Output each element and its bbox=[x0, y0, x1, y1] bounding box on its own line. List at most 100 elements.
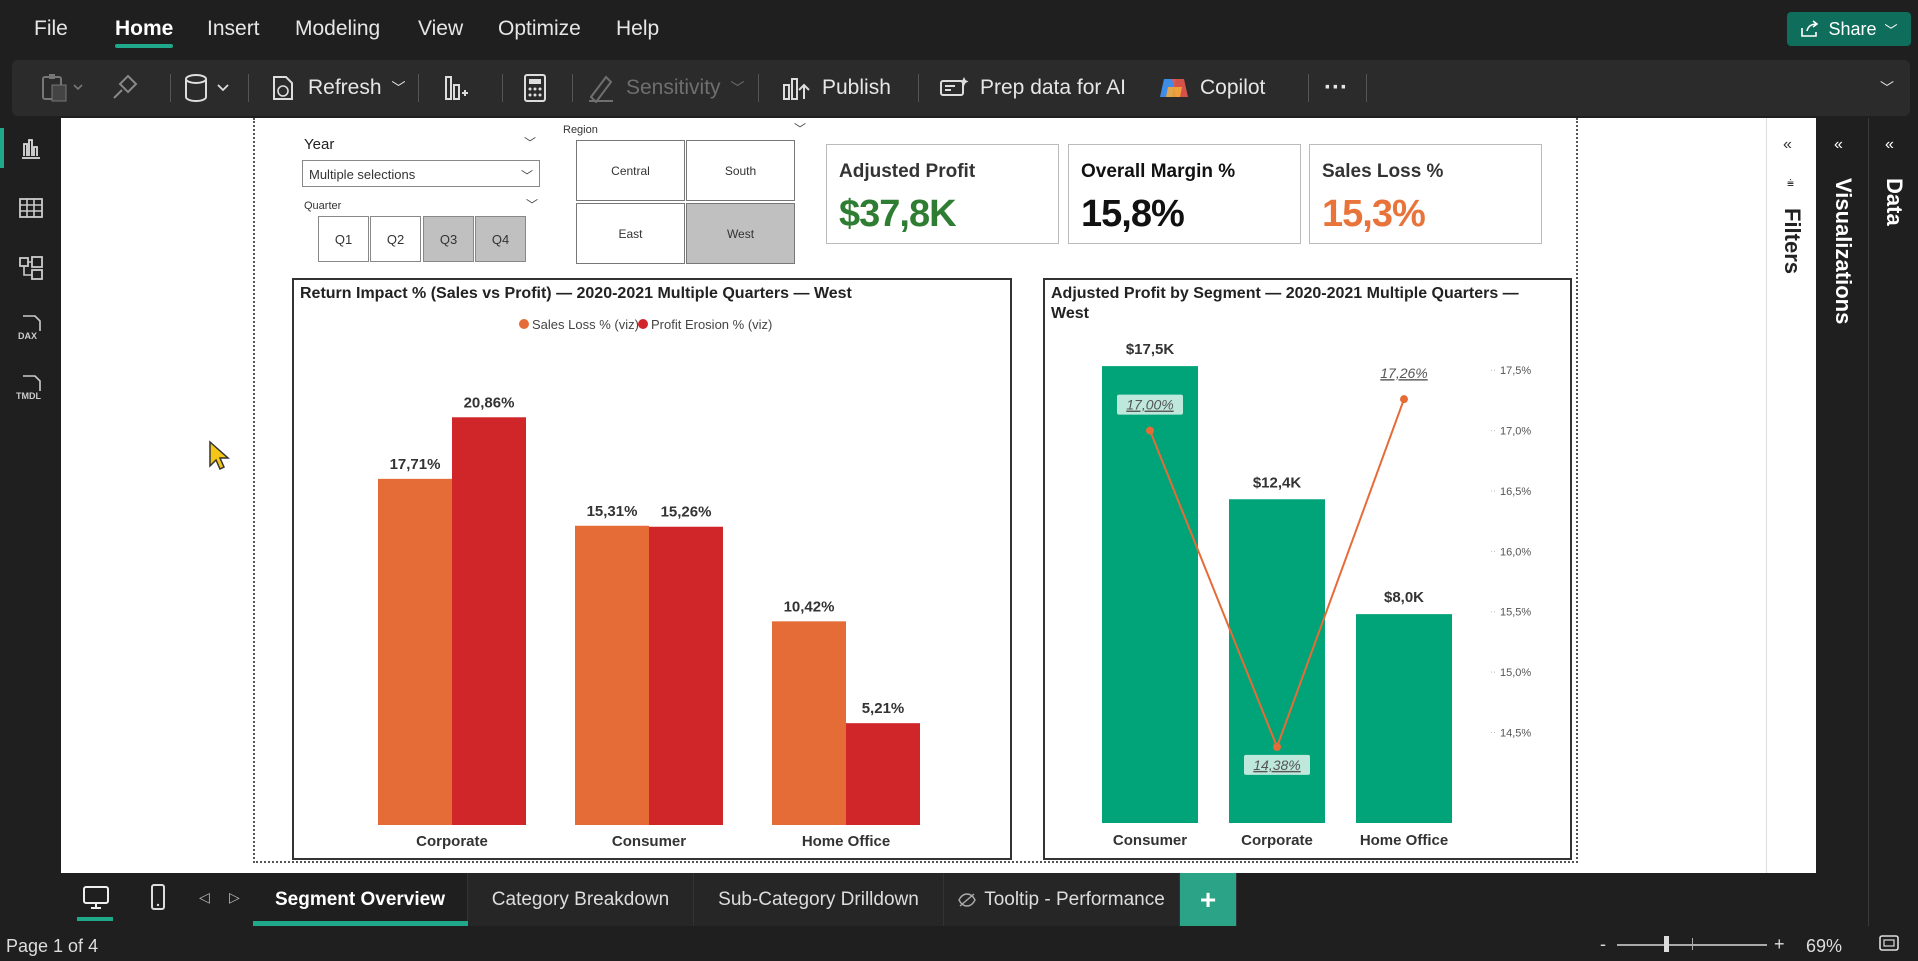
kpi-card-adjusted-profit[interactable]: Adjusted Profit $37,8K bbox=[826, 144, 1059, 244]
ribbon-separator bbox=[1366, 74, 1367, 102]
publish-button[interactable]: Publish bbox=[780, 60, 891, 116]
visualizations-pane[interactable]: « Visualizations bbox=[1816, 118, 1868, 926]
refresh-button[interactable]: Refresh ﹀ bbox=[268, 60, 406, 116]
collapse-data-icon[interactable]: « bbox=[1885, 136, 1894, 154]
category-label: Home Office bbox=[1360, 832, 1448, 849]
filter-icon: ⩧ bbox=[1787, 176, 1795, 190]
data-label: 5,21% bbox=[862, 700, 905, 717]
zoom-level: 69% bbox=[1806, 936, 1843, 956]
copilot-label: Copilot bbox=[1200, 76, 1266, 99]
region-west-button[interactable]: West bbox=[686, 203, 795, 264]
menu-file[interactable]: File bbox=[34, 17, 68, 41]
sensitivity-button[interactable]: Sensitivity ﹀ bbox=[586, 60, 745, 116]
y2-tick-label: 17,0% bbox=[1500, 426, 1531, 438]
menu-help[interactable]: Help bbox=[616, 17, 659, 41]
page-indicator: Page 1 of 4 bbox=[6, 936, 99, 956]
collapse-filters-icon[interactable]: « bbox=[1783, 136, 1792, 154]
quarter-q4-button[interactable]: Q4 bbox=[475, 216, 526, 262]
year-dropdown-value: Multiple selections bbox=[309, 167, 416, 182]
bar bbox=[772, 621, 846, 825]
new-visual-button[interactable] bbox=[440, 60, 470, 116]
visualizations-pane-label: Visualizations bbox=[1831, 178, 1856, 325]
more-options-button[interactable]: ··· bbox=[1324, 60, 1348, 116]
publish-icon bbox=[783, 78, 810, 100]
bar-data-label: $8,0K bbox=[1384, 589, 1424, 606]
y2-tick-label: 17,5% bbox=[1500, 365, 1531, 377]
kpi-card-title: Adjusted Profit bbox=[839, 161, 976, 182]
tab-tooltip-performance[interactable]: Tooltip - Performance bbox=[944, 873, 1180, 926]
ribbon-separator bbox=[572, 74, 573, 102]
collapse-visualizations-icon[interactable]: « bbox=[1834, 136, 1843, 154]
category-label: Corporate bbox=[1241, 832, 1313, 849]
data-pane[interactable]: « Data bbox=[1869, 118, 1918, 926]
publish-label: Publish bbox=[822, 76, 891, 99]
y2-tick-label: 14,5% bbox=[1500, 727, 1531, 739]
menu-home[interactable]: Home bbox=[115, 17, 173, 41]
zoom-in-button[interactable]: + bbox=[1774, 934, 1785, 955]
copilot-button[interactable]: Copilot bbox=[1158, 60, 1265, 116]
model-view-icon[interactable] bbox=[0, 243, 61, 293]
fit-to-page-icon[interactable] bbox=[1878, 934, 1900, 957]
kpi-card-sales-loss[interactable]: Sales Loss % 15,3% bbox=[1309, 144, 1542, 244]
prev-page-icon[interactable]: ◁ bbox=[199, 889, 210, 906]
sensitivity-label: Sensitivity bbox=[626, 76, 721, 99]
tab-category-breakdown[interactable]: Category Breakdown bbox=[468, 873, 694, 926]
chevron-down-icon[interactable]: ﹀ bbox=[794, 120, 806, 137]
menu-optimize[interactable]: Optimize bbox=[498, 17, 581, 41]
ribbon-collapse-icon[interactable]: ﹀ bbox=[1880, 60, 1894, 116]
region-south-button[interactable]: South bbox=[686, 140, 795, 201]
share-button[interactable]: Share ﹀ bbox=[1787, 12, 1911, 46]
format-painter-button[interactable] bbox=[110, 60, 138, 116]
kpi-card-title: Overall Margin % bbox=[1081, 161, 1236, 182]
prep-data-button[interactable]: Prep data for AI bbox=[938, 60, 1126, 116]
copilot-icon bbox=[1160, 79, 1188, 97]
quarter-q1-button[interactable]: Q1 bbox=[318, 216, 369, 262]
svg-text:DAX: DAX bbox=[18, 331, 37, 341]
new-measure-button[interactable] bbox=[522, 60, 548, 116]
legend-marker bbox=[638, 319, 648, 329]
chevron-down-icon[interactable]: ﹀ bbox=[524, 134, 536, 151]
kpi-card-overall-margin[interactable]: Overall Margin % 15,8% bbox=[1068, 144, 1301, 244]
chevron-down-icon: ﹀ bbox=[730, 80, 745, 96]
data-pane-label: Data bbox=[1882, 178, 1907, 226]
mobile-view-icon[interactable] bbox=[149, 883, 167, 918]
y2-tick-label: 16,0% bbox=[1500, 546, 1531, 558]
next-page-icon[interactable]: ▷ bbox=[229, 889, 240, 906]
year-dropdown[interactable]: Multiple selections ﹀ bbox=[302, 160, 540, 187]
menu-bar: File Home Insert Modeling View Optimize … bbox=[0, 0, 1918, 58]
quarter-q2-button[interactable]: Q2 bbox=[370, 216, 421, 262]
paste-button[interactable] bbox=[40, 60, 88, 116]
return-impact-chart[interactable]: Return Impact % (Sales vs Profit) — 2020… bbox=[292, 278, 1012, 860]
region-central-button[interactable]: Central bbox=[576, 140, 685, 201]
zoom-slider-thumb[interactable] bbox=[1664, 936, 1669, 952]
zoom-out-button[interactable]: - bbox=[1600, 934, 1606, 955]
table-view-icon[interactable] bbox=[0, 183, 61, 233]
region-east-button[interactable]: East bbox=[576, 203, 685, 264]
chevron-down-icon: ﹀ bbox=[1884, 22, 1898, 38]
tab-segment-overview[interactable]: Segment Overview bbox=[253, 873, 468, 926]
ribbon-separator bbox=[502, 74, 503, 102]
menu-view[interactable]: View bbox=[418, 17, 463, 41]
line-data-label: 17,26% bbox=[1380, 365, 1427, 381]
tab-sub-category-drilldown[interactable]: Sub-Category Drilldown bbox=[694, 873, 944, 926]
chevron-down-icon[interactable]: ﹀ bbox=[526, 196, 538, 213]
filters-pane[interactable]: « ⩧ Filters bbox=[1766, 118, 1816, 873]
new-visual-icon bbox=[445, 76, 468, 100]
adjusted-profit-by-segment-chart[interactable]: Adjusted Profit by Segment — 2020-2021 M… bbox=[1043, 278, 1572, 860]
line-point bbox=[1273, 742, 1281, 751]
category-label: Consumer bbox=[612, 833, 686, 850]
dax-query-view-icon[interactable]: DAX bbox=[0, 303, 61, 353]
quarter-q3-button[interactable]: Q3 bbox=[423, 216, 474, 262]
mouse-cursor-icon bbox=[209, 440, 230, 471]
menu-insert[interactable]: Insert bbox=[207, 17, 260, 41]
data-label: 20,86% bbox=[464, 394, 515, 411]
view-active-indicator bbox=[77, 917, 113, 921]
menu-modeling[interactable]: Modeling bbox=[295, 17, 380, 41]
chevron-down-icon: ﹀ bbox=[521, 169, 534, 183]
svg-text:TMDL: TMDL bbox=[16, 391, 41, 401]
tmdl-view-icon[interactable]: TMDL bbox=[0, 363, 61, 413]
desktop-view-icon[interactable] bbox=[81, 883, 111, 918]
add-page-button[interactable]: + bbox=[1180, 873, 1237, 926]
get-data-button[interactable] bbox=[182, 60, 234, 116]
report-view-icon[interactable] bbox=[0, 123, 61, 173]
